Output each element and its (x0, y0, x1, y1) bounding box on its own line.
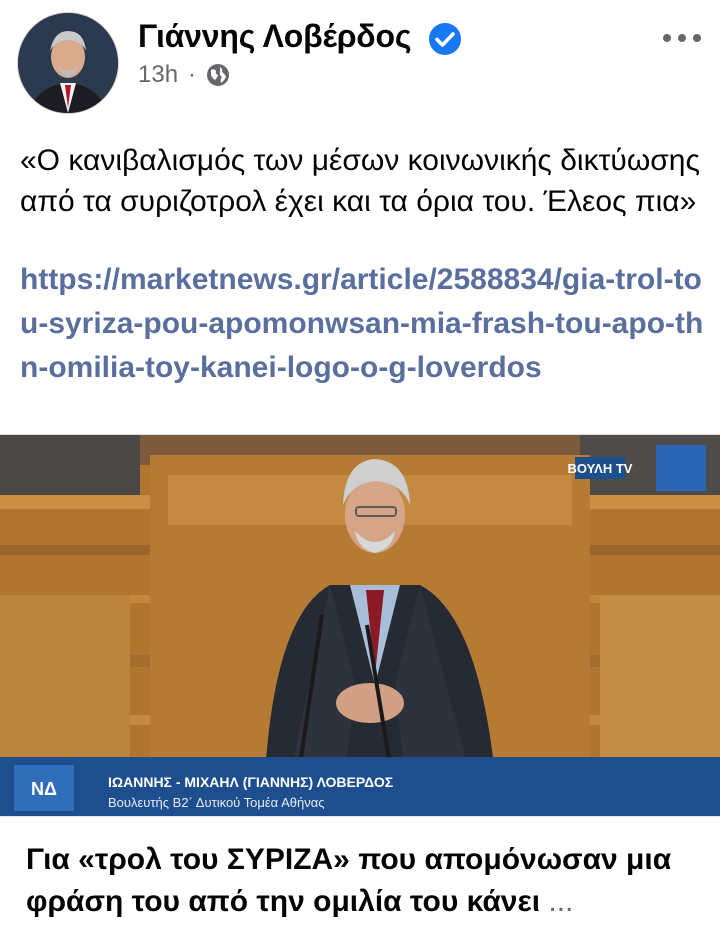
globe-icon (207, 64, 230, 86)
post-text: «Ο κανιβαλισμός των μέσων κοινωνικής δικ… (20, 144, 700, 218)
post-link[interactable]: https://marketnews.gr/article/2588834/gi… (20, 258, 705, 390)
more-dots-icon[interactable] (660, 28, 704, 48)
link-preview-title-text: Για «τρολ του ΣΥΡΙΖΑ» που απομόνωσαν μια… (26, 843, 672, 918)
post-meta: 13h · (138, 60, 230, 90)
verified-badge-icon (429, 23, 461, 55)
author-name[interactable]: Γιάννης Λοβέρδος (138, 18, 412, 55)
lower-third-name: ΙΩΑΝΝΗΣ - ΜΙΧΑΗΛ (ΓΙΑΝΝΗΣ) ΛΟΒΕΡΔΟΣ (108, 774, 393, 790)
party-logo-text: ΝΔ (31, 779, 57, 799)
avatar-image (18, 13, 118, 113)
meta-separator: · (188, 61, 197, 88)
avatar[interactable] (17, 12, 119, 114)
video-thumbnail[interactable]: ΒΟΥΛΗ TV ΝΔ ΙΩΑΝΝΗΣ - ΜΙΧΑΗΛ (ΓΙΑΝΝΗΣ) Λ… (0, 434, 720, 817)
link-preview[interactable]: Για «τρολ του ΣΥΡΙΖΑ» που απομόνωσαν μια… (0, 816, 720, 945)
channel-logo-text: ΒΟΥΛΗ TV (568, 461, 633, 476)
post-header: Γιάννης Λοβέρδος 13h · (0, 0, 720, 120)
post-time[interactable]: 13h (138, 61, 178, 89)
link-preview-ellipsis: ... (548, 885, 574, 918)
lower-third-role: Βουλευτής Β2΄ Δυτικού Τομέα Αθήνας (108, 795, 325, 810)
link-preview-title: Για «τρολ του ΣΥΡΙΖΑ» που απομόνωσαν μια… (26, 839, 696, 923)
video-frame: ΒΟΥΛΗ TV ΝΔ ΙΩΑΝΝΗΣ - ΜΙΧΑΗΛ (ΓΙΑΝΝΗΣ) Λ… (0, 435, 720, 817)
